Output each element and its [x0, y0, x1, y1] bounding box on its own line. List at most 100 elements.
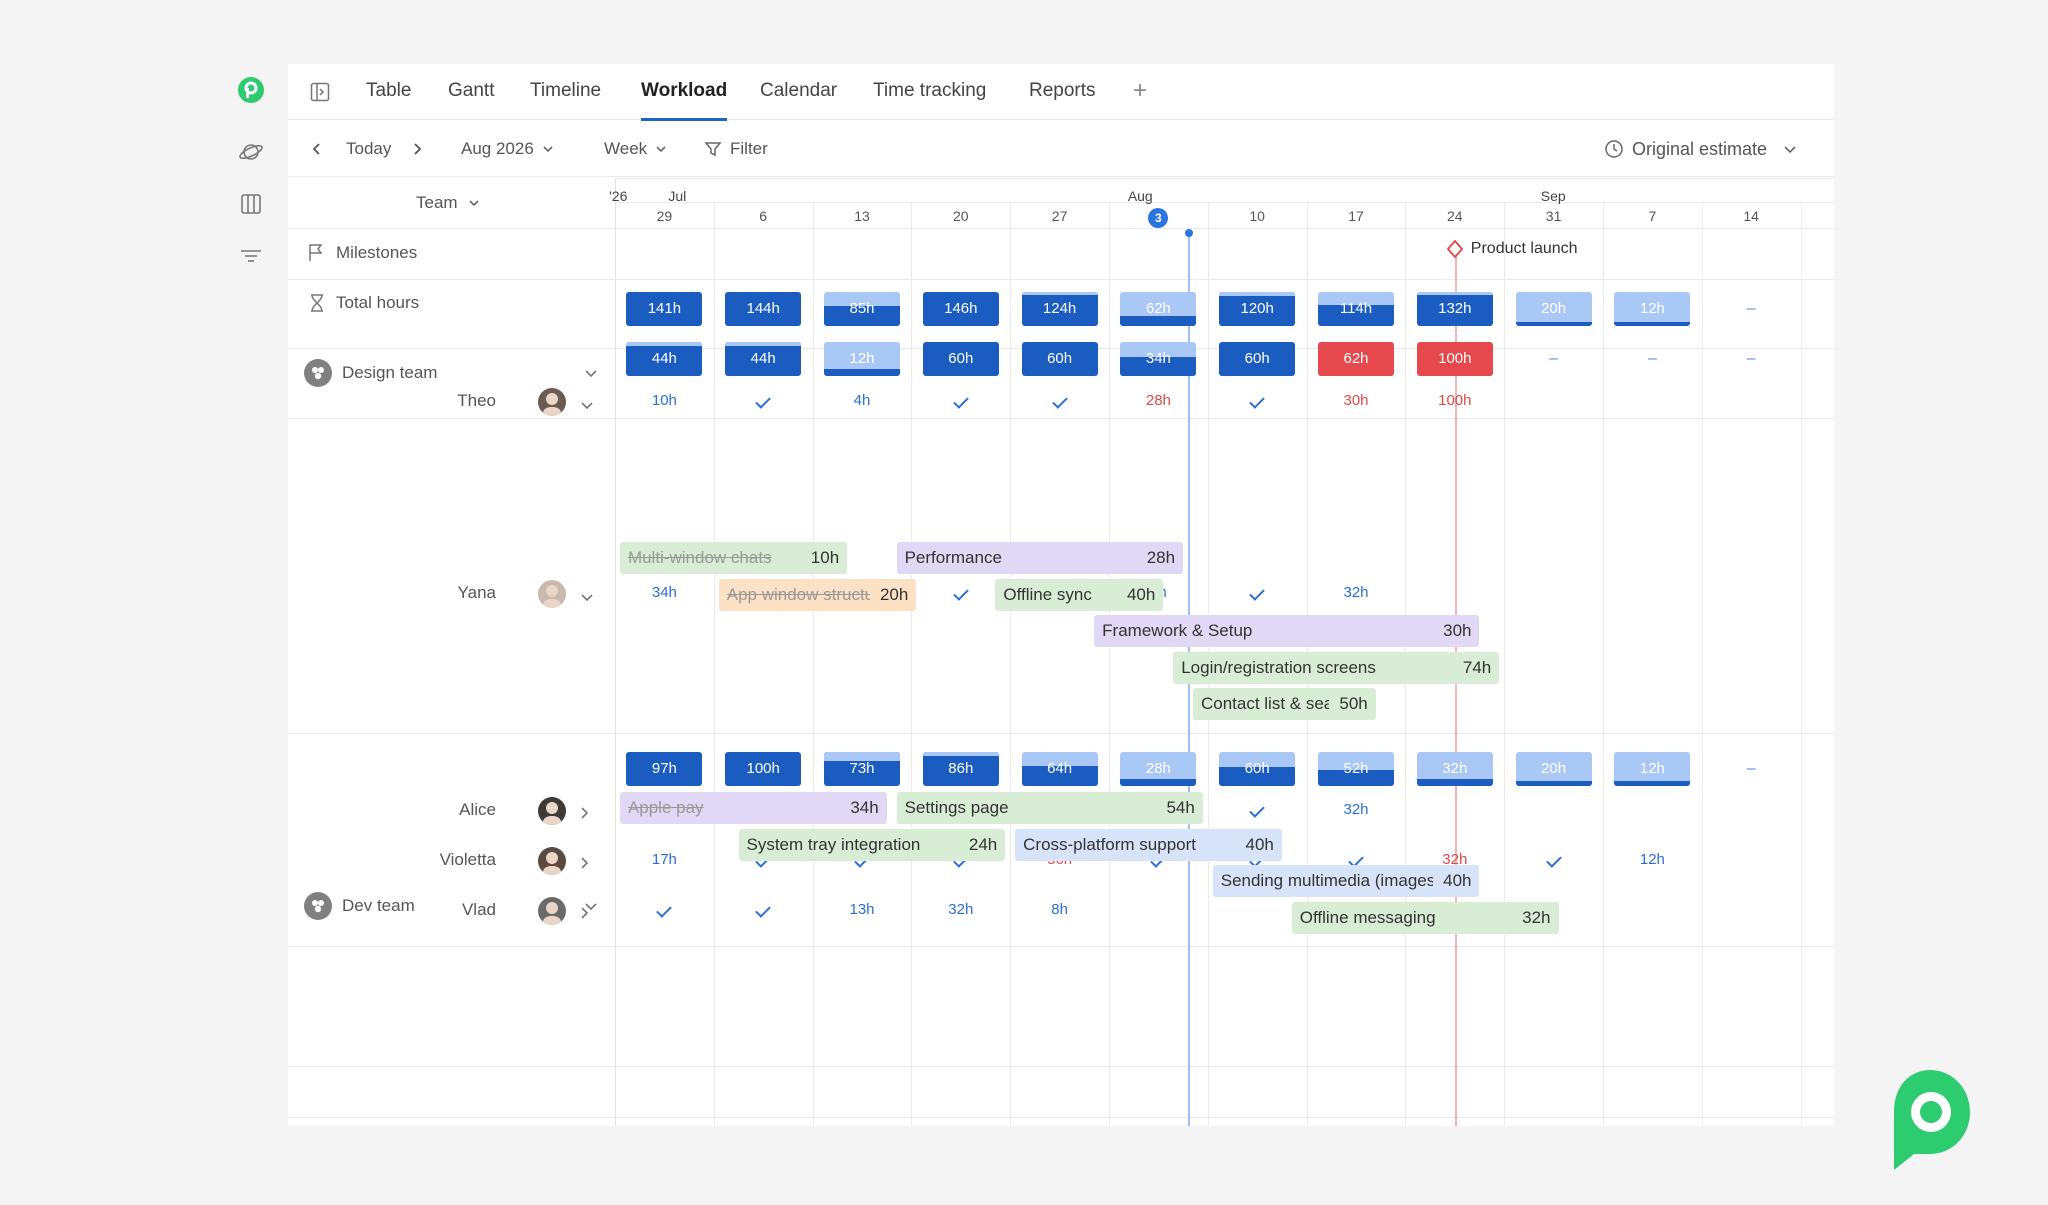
today-dot	[1185, 229, 1194, 237]
dev-team-hours-bar[interactable]: 12h	[1614, 752, 1691, 786]
person-row-theo[interactable]: Theo	[288, 388, 606, 416]
dev-team-hours-bar[interactable]: 100h	[725, 752, 802, 786]
tab-workload[interactable]: Workload	[641, 64, 728, 121]
left-rail	[215, 62, 287, 1126]
hours-empty: –	[1647, 350, 1657, 367]
tab-gantt[interactable]: Gantt	[448, 64, 494, 120]
add-view-icon[interactable]: +	[1133, 64, 1147, 120]
task-name: Cross-platform support	[1023, 834, 1197, 854]
planet-icon[interactable]	[237, 138, 265, 166]
design-team-hours-bar[interactable]: 62h	[1318, 342, 1394, 376]
dev-team-hours-bar[interactable]: 64h	[1021, 752, 1098, 786]
chevron-right-icon[interactable]	[580, 906, 589, 925]
total-hours-bar[interactable]: 120h	[1219, 292, 1296, 326]
tab-reports[interactable]: Reports	[1029, 64, 1096, 120]
design-team-hours-bar[interactable]: 60h	[922, 342, 999, 376]
task-bar[interactable]: Offline messaging 32h	[1291, 901, 1559, 934]
period-dropdown[interactable]: Aug 2026	[461, 121, 554, 177]
design-team-hours-bar[interactable]: 60h	[1021, 342, 1098, 376]
total-hours-bar[interactable]: 114h	[1318, 292, 1394, 326]
chevron-right-icon[interactable]	[580, 856, 589, 875]
today-button[interactable]: Today	[346, 121, 391, 177]
total-hours-bar[interactable]: 132h	[1416, 292, 1493, 326]
scale-dropdown[interactable]: Week	[604, 121, 667, 177]
total-hours-bar[interactable]: 141h	[626, 292, 703, 326]
design-team-hours-bar[interactable]: 44h	[725, 342, 802, 376]
task-bar[interactable]: Sending multimedia (images) 40h	[1212, 865, 1480, 897]
milestone-product-launch[interactable]: Product launch	[1446, 240, 1578, 258]
milestone-line	[1454, 254, 1457, 1126]
task-bar[interactable]: Cross-platform support 40h	[1015, 828, 1282, 861]
filter-lines-icon[interactable]	[237, 242, 265, 270]
task-bar[interactable]: Apple pay 34h	[619, 792, 887, 824]
task-hours: 28h	[1146, 548, 1176, 567]
person-row-yana[interactable]: Yana	[288, 580, 606, 608]
task-bar[interactable]: Contact list & search 50h	[1192, 688, 1376, 720]
chevron-right-icon[interactable]	[580, 806, 589, 825]
columns-icon[interactable]	[237, 190, 265, 218]
design-team-row[interactable]: Design team	[304, 358, 597, 388]
design-team-hours-bar[interactable]: 44h	[626, 342, 703, 376]
person-row-alice[interactable]: Alice	[288, 797, 606, 825]
avatar	[538, 847, 566, 875]
avatar	[538, 580, 566, 608]
person-row-violetta[interactable]: Violetta	[288, 847, 606, 875]
hours-value: 12h	[849, 350, 875, 367]
week-label: 20	[953, 208, 969, 224]
sidebar-toggle-icon[interactable]	[310, 82, 330, 107]
total-hours-bar[interactable]: 144h	[725, 292, 802, 326]
task-hours: 74h	[1462, 657, 1492, 677]
dev-team-hours-bar[interactable]: 52h	[1318, 752, 1394, 786]
total-hours-bar[interactable]: 85h	[824, 292, 900, 326]
app-logo-icon[interactable]	[237, 76, 265, 104]
estimate-dropdown[interactable]: Original estimate	[1604, 121, 1797, 177]
dev-team-hours-bar[interactable]: 97h	[626, 752, 703, 786]
total-hours-bar[interactable]: 124h	[1021, 292, 1098, 326]
task-hours: 10h	[810, 548, 840, 567]
check-icon	[1051, 393, 1068, 409]
person-row-vlad[interactable]: Vlad	[288, 897, 606, 925]
week-label: 31	[1545, 208, 1562, 224]
dev-team-hours-bar[interactable]: 86h	[922, 752, 999, 786]
design-team-hours-bar[interactable]: 100h	[1416, 342, 1493, 376]
task-bar[interactable]: Performance 28h	[896, 542, 1184, 574]
design-team-hours-bar[interactable]: 60h	[1219, 342, 1296, 376]
person-week-value: 17h	[651, 851, 677, 868]
load-fill	[824, 369, 900, 376]
chevron-down-icon[interactable]	[580, 397, 594, 415]
dev-team-hours-bar[interactable]: 73h	[824, 752, 900, 786]
design-team-hours-bar[interactable]: 12h	[824, 342, 900, 376]
chevron-down-icon[interactable]	[580, 589, 594, 607]
hours-value: 141h	[647, 300, 682, 317]
task-bar[interactable]: App window structure 20h	[718, 578, 917, 611]
dev-team-hours-bar[interactable]: 32h	[1416, 752, 1493, 786]
design-team-hours-bar[interactable]: 34h	[1120, 342, 1197, 376]
workload-app: Table Gantt Timeline Workload Calendar T…	[288, 64, 1834, 1126]
tab-table[interactable]: Table	[366, 64, 411, 120]
total-hours-bar[interactable]: 62h	[1120, 292, 1197, 326]
total-hours-bar[interactable]: 146h	[922, 292, 999, 326]
task-bar[interactable]: Login/registration screens 74h	[1173, 651, 1500, 684]
group-by-dropdown[interactable]: Team	[416, 190, 480, 216]
column-divider	[1504, 202, 1506, 1126]
total-hours-bar[interactable]: 20h	[1515, 292, 1592, 326]
dev-team-hours-bar[interactable]: 60h	[1219, 752, 1296, 786]
prev-period-icon[interactable]	[312, 121, 322, 177]
task-bar[interactable]: Offline sync 40h	[995, 578, 1164, 611]
dev-team-hours-bar[interactable]: 20h	[1515, 752, 1592, 786]
task-bar[interactable]: Multi-window chats 10h	[619, 542, 848, 574]
total-hours-bar[interactable]: 12h	[1614, 292, 1691, 326]
chevron-down-icon[interactable]	[584, 369, 598, 378]
person-week-value: 100h	[1438, 392, 1472, 409]
task-bar[interactable]: Settings page 54h	[896, 792, 1203, 824]
tab-calendar[interactable]: Calendar	[760, 64, 837, 120]
filter-button[interactable]: Filter	[704, 121, 768, 177]
brand-logo-icon	[1874, 1062, 1978, 1177]
next-period-icon[interactable]	[412, 121, 422, 177]
tab-time-tracking[interactable]: Time tracking	[873, 64, 986, 120]
task-bar[interactable]: Framework & Setup 30h	[1094, 615, 1480, 647]
task-bar[interactable]: System tray integration 24h	[738, 828, 1006, 861]
milestone-label: Product launch	[1470, 240, 1578, 257]
dev-team-hours-bar[interactable]: 28h	[1120, 752, 1197, 786]
tab-timeline[interactable]: Timeline	[530, 64, 601, 120]
